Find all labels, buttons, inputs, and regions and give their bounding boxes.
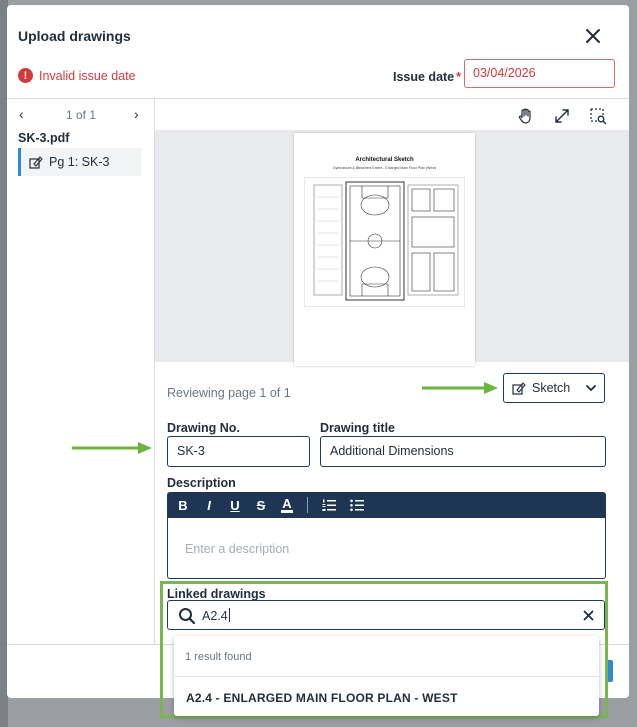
sketch-icon — [512, 382, 526, 395]
italic-button[interactable]: I — [203, 498, 215, 513]
expand-icon[interactable] — [553, 107, 571, 125]
close-icon[interactable] — [582, 25, 604, 47]
zoom-area-icon[interactable] — [589, 107, 607, 125]
error-icon: ! — [18, 68, 33, 83]
drawing-no-input[interactable]: SK-3 — [167, 436, 310, 467]
pager: ‹ 1 of 1 › — [7, 106, 154, 124]
strikethrough-button[interactable]: S — [255, 498, 267, 513]
annotation-arrow-sketch — [422, 382, 498, 394]
bullet-list-icon[interactable] — [350, 499, 364, 512]
floor-plan-image — [304, 177, 465, 307]
file-name: SK-3.pdf — [18, 131, 70, 145]
pager-text: 1 of 1 — [65, 108, 97, 122]
hand-icon[interactable] — [517, 107, 535, 125]
text-color-button[interactable]: A — [281, 497, 293, 513]
prev-page-button[interactable]: ‹ — [19, 106, 24, 122]
discipline-dropdown[interactable]: Sketch — [503, 373, 605, 403]
divider — [174, 676, 599, 677]
chevron-down-icon — [586, 385, 596, 392]
error-text: Invalid issue date — [39, 68, 136, 83]
description-editor[interactable]: Enter a description — [167, 518, 606, 579]
pages-panel: ‹ 1 of 1 › SK-3.pdf Pg 1: SK-3 — [7, 99, 155, 644]
drawing-preview[interactable]: Architectural Sketch Gymnasium & Bleache… — [155, 130, 629, 366]
linked-drawings-search-input[interactable]: A2.4 — [167, 600, 605, 630]
bold-button[interactable]: B — [177, 498, 189, 513]
drawing-title-label: Drawing title — [320, 421, 396, 435]
drawing-title-input[interactable]: Additional Dimensions — [320, 436, 606, 467]
search-value: A2.4 — [202, 608, 230, 623]
reviewing-text: Reviewing page 1 of 1 — [167, 386, 291, 400]
modal-title: Upload drawings — [18, 28, 131, 44]
underline-button[interactable]: U — [229, 498, 241, 513]
sketch-icon — [29, 156, 43, 169]
drawing-sheet: Architectural Sketch Gymnasium & Bleache… — [294, 133, 475, 366]
page-list-item[interactable]: Pg 1: SK-3 — [18, 148, 141, 176]
text-caret — [228, 608, 230, 622]
search-icon — [179, 608, 196, 625]
toolbar-divider — [307, 497, 308, 513]
sheet-title: Architectural Sketch — [355, 157, 414, 163]
annotation-arrow-drawing-no — [72, 442, 152, 454]
clear-icon[interactable] — [583, 610, 594, 621]
issue-date-label-text: Issue date — [393, 70, 455, 84]
required-mark: * — [456, 70, 462, 84]
issue-date-label: Issue date * — [393, 70, 461, 84]
review-panel: Architectural Sketch Gymnasium & Bleache… — [155, 99, 629, 644]
discipline-value: Sketch — [532, 381, 571, 395]
drawing-no-label: Drawing No. — [167, 421, 240, 435]
viewer-toolbar — [517, 107, 607, 125]
search-results-dropdown: 1 result found A2.4 - ENLARGED MAIN FLOO… — [174, 636, 599, 716]
result-count: 1 result found — [185, 651, 252, 663]
linked-drawings-label: Linked drawings — [167, 587, 266, 601]
sheet-subtitle: Gymnasium & Bleachers Extent - Enlarged … — [332, 166, 437, 170]
editor-toolbar: B I U S A — [167, 492, 606, 518]
search-result-item[interactable]: A2.4 - ENLARGED MAIN FLOOR PLAN - WEST — [186, 691, 458, 705]
page-item-label: Pg 1: SK-3 — [49, 155, 110, 169]
description-label: Description — [167, 476, 236, 490]
issue-date-input[interactable]: 03/04/2026 — [464, 59, 615, 88]
error-message: ! Invalid issue date — [18, 68, 136, 83]
next-page-button[interactable]: › — [134, 106, 139, 122]
search-value-text: A2.4 — [202, 609, 228, 623]
ordered-list-icon[interactable] — [322, 499, 336, 512]
